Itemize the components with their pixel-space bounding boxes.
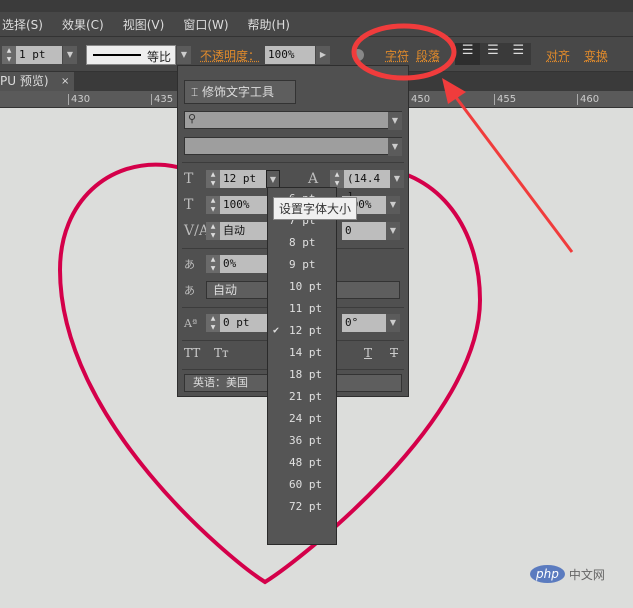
leading-icon: A	[308, 171, 319, 187]
font-size-option[interactable]: 18 pt	[268, 364, 336, 386]
tooltip: 设置字体大小	[273, 197, 358, 220]
font-size-option[interactable]: 48 pt	[268, 452, 336, 474]
font-size-option-label: 14 pt	[289, 346, 323, 359]
font-size-option[interactable]: 24 pt	[268, 408, 336, 430]
font-style-select[interactable]	[184, 137, 402, 155]
font-size-option[interactable]: 11 pt	[268, 298, 336, 320]
aki-icon: あ	[184, 284, 195, 297]
kerning-icon: V/A	[184, 223, 209, 239]
rotation-dropdown[interactable]: ▼	[386, 314, 400, 332]
font-size-option-label: 24 pt	[289, 412, 323, 425]
touch-type-label: 修饰文字工具	[202, 85, 275, 99]
php-logo: php	[530, 565, 565, 583]
font-size-option-label: 48 pt	[289, 456, 323, 469]
font-size-option-label: 12 pt	[289, 324, 323, 337]
font-size-option-label: 60 pt	[289, 478, 323, 491]
leading-field[interactable]: (14.4 ]	[344, 170, 390, 203]
font-size-option-label: 72 pt	[289, 500, 323, 513]
rotation-field[interactable]: 0°	[342, 314, 386, 332]
font-size-option-label: 21 pt	[289, 390, 323, 403]
tsume-spinner[interactable]: ▲ ▼	[206, 255, 220, 273]
font-size-option[interactable]: ✔ 12 pt	[268, 320, 336, 342]
font-size-field[interactable]: 12 pt	[220, 170, 266, 188]
hscale-dropdown[interactable]: ▼	[386, 196, 400, 214]
font-size-option-label: 9 pt	[289, 258, 316, 271]
font-size-dropdown-list: 6 pt7 pt8 pt9 pt10 pt11 pt✔12 pt14 pt18 …	[267, 187, 337, 545]
font-style-dropdown[interactable]: ▼	[388, 138, 402, 156]
tracking-dropdown[interactable]: ▼	[386, 222, 400, 240]
checkmark-icon: ✔	[273, 325, 280, 336]
font-size-option-label: 11 pt	[289, 302, 323, 315]
vertical-scale-icon: T	[184, 197, 194, 213]
leading-dropdown[interactable]: ▼	[390, 170, 404, 188]
font-size-option[interactable]: 72 pt	[268, 496, 336, 518]
font-size-icon: T	[184, 171, 194, 187]
font-size-option-label: 8 pt	[289, 236, 316, 249]
baseline-spinner[interactable]: ▲ ▼	[206, 314, 220, 332]
font-family-dropdown[interactable]: ▼	[388, 112, 402, 130]
font-size-option[interactable]: 10 pt	[268, 276, 336, 298]
tracking-field[interactable]: 0	[342, 222, 386, 240]
underline-icon[interactable]: T	[364, 346, 390, 360]
font-size-option[interactable]: 60 pt	[268, 474, 336, 496]
font-size-option-label: 18 pt	[289, 368, 323, 381]
font-size-option-label: 36 pt	[289, 434, 323, 447]
watermark-text: 中文网	[568, 567, 605, 582]
font-size-option[interactable]: 14 pt	[268, 342, 336, 364]
all-caps-icon[interactable]: TT	[184, 346, 214, 360]
vscale-spinner[interactable]: ▲ ▼	[206, 196, 220, 214]
touch-type-icon: ⌶	[191, 85, 199, 99]
font-size-option-label: 10 pt	[289, 280, 323, 293]
font-size-dropdown[interactable]: ▼	[266, 170, 280, 188]
tsume-icon: あ	[184, 258, 195, 271]
watermark: php 中文网	[530, 565, 605, 583]
font-size-option[interactable]: 21 pt	[268, 386, 336, 408]
font-size-spinner[interactable]: ▲ ▼	[206, 170, 220, 188]
search-icon: ⚲	[188, 112, 197, 125]
font-size-option[interactable]: 36 pt	[268, 430, 336, 452]
strikethrough-icon[interactable]: T	[390, 346, 398, 360]
baseline-shift-icon: Aª	[184, 316, 198, 330]
font-size-option[interactable]: 9 pt	[268, 254, 336, 276]
touch-type-button[interactable]: ⌶ 修饰文字工具	[184, 80, 296, 104]
font-size-option[interactable]: 8 pt	[268, 232, 336, 254]
leading-spinner[interactable]: ▲ ▼	[330, 170, 344, 188]
font-family-select[interactable]: ⚲	[184, 111, 402, 129]
kerning-spinner[interactable]: ▲ ▼	[206, 222, 220, 240]
